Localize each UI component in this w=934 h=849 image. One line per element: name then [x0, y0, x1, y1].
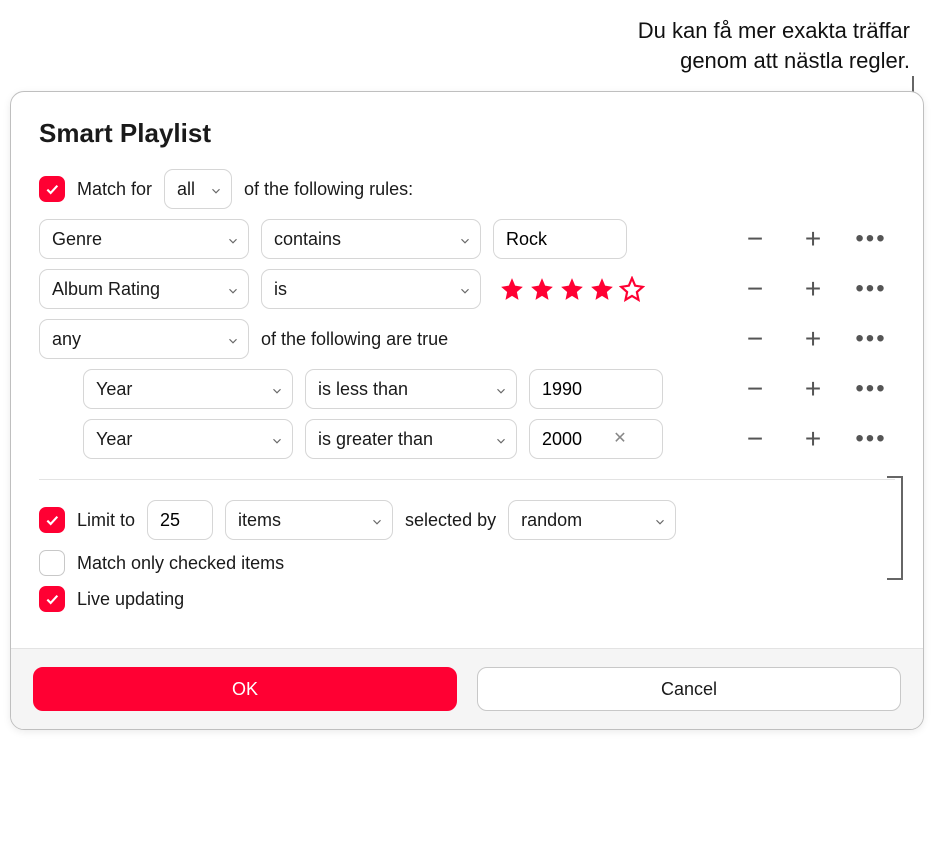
rule-row: Album Rating is − + •••: [39, 269, 895, 309]
chevron-down-icon: [226, 332, 240, 346]
star-icon[interactable]: [589, 276, 615, 302]
match-checkbox[interactable]: [39, 176, 65, 202]
rule-value-field[interactable]: [540, 378, 652, 401]
chevron-down-icon: [653, 513, 667, 527]
rule-field-select[interactable]: Genre: [39, 219, 249, 259]
rule-value-field[interactable]: [540, 428, 610, 451]
rule-field-select[interactable]: Year: [83, 369, 293, 409]
rule-field-value: Genre: [52, 229, 102, 250]
separator: [39, 479, 895, 480]
clear-input-button[interactable]: ✕: [610, 429, 630, 449]
chevron-down-icon: [270, 382, 284, 396]
rule-value-input[interactable]: ✕: [529, 419, 663, 459]
add-rule-button[interactable]: +: [795, 421, 831, 457]
limit-row: Limit to items selected by random: [39, 500, 895, 540]
match-mode-select[interactable]: all: [164, 169, 232, 209]
star-outline-icon[interactable]: [619, 276, 645, 302]
rule-operator-select[interactable]: is less than: [305, 369, 517, 409]
nested-rule-row: Year is greater than ✕ − + •••: [39, 419, 895, 459]
limit-count-input[interactable]: [147, 500, 213, 540]
selected-by-select[interactable]: random: [508, 500, 676, 540]
live-updating-checkbox[interactable]: [39, 586, 65, 612]
chevron-down-icon: [226, 232, 240, 246]
rating-input[interactable]: [493, 276, 645, 302]
rule-operator-select[interactable]: is greater than: [305, 419, 517, 459]
selected-by-value: random: [521, 510, 582, 531]
chevron-down-icon: [370, 513, 384, 527]
limit-prefix: Limit to: [77, 510, 135, 531]
more-rule-button[interactable]: •••: [853, 221, 889, 257]
cancel-button[interactable]: Cancel: [477, 667, 901, 711]
group-mode-select[interactable]: any: [39, 319, 249, 359]
rule-value-input[interactable]: [493, 219, 627, 259]
more-rule-button[interactable]: •••: [853, 371, 889, 407]
rule-operator-value: is greater than: [318, 429, 433, 450]
rule-value-input[interactable]: [529, 369, 663, 409]
callout-bracket: [887, 476, 903, 580]
add-rule-button[interactable]: +: [795, 271, 831, 307]
match-only-checked-row: Match only checked items: [39, 550, 895, 576]
rule-field-value: Year: [96, 429, 132, 450]
callout-annotation: Du kan få mer exakta träffar genom att n…: [0, 0, 934, 83]
more-rule-button[interactable]: •••: [853, 421, 889, 457]
group-suffix: of the following are true: [261, 329, 448, 350]
rule-operator-value: is less than: [318, 379, 408, 400]
rule-field-select[interactable]: Album Rating: [39, 269, 249, 309]
chevron-down-icon: [209, 182, 223, 196]
limit-count-field[interactable]: [158, 509, 202, 532]
remove-rule-button[interactable]: −: [737, 371, 773, 407]
callout-line2: genom att nästla regler.: [680, 48, 910, 73]
match-mode-value: all: [177, 179, 195, 200]
limit-unit-select[interactable]: items: [225, 500, 393, 540]
rule-field-select[interactable]: Year: [83, 419, 293, 459]
match-row: Match for all of the following rules:: [39, 169, 895, 209]
add-rule-button[interactable]: +: [795, 321, 831, 357]
rule-value-field[interactable]: [504, 228, 616, 251]
nested-rule-row: Year is less than − + •••: [39, 369, 895, 409]
dialog-title: Smart Playlist: [39, 118, 895, 149]
callout-line1: Du kan få mer exakta träffar: [638, 18, 910, 43]
ok-button[interactable]: OK: [33, 667, 457, 711]
chevron-down-icon: [494, 432, 508, 446]
remove-rule-button[interactable]: −: [737, 421, 773, 457]
remove-rule-button[interactable]: −: [737, 271, 773, 307]
live-updating-row: Live updating: [39, 586, 895, 612]
remove-rule-button[interactable]: −: [737, 221, 773, 257]
chevron-down-icon: [226, 282, 240, 296]
rule-operator-value: contains: [274, 229, 341, 250]
match-only-checked-label: Match only checked items: [77, 553, 284, 574]
rule-operator-value: is: [274, 279, 287, 300]
rule-field-value: Year: [96, 379, 132, 400]
add-rule-button[interactable]: +: [795, 371, 831, 407]
remove-rule-button[interactable]: −: [737, 321, 773, 357]
add-rule-button[interactable]: +: [795, 221, 831, 257]
rule-field-value: Album Rating: [52, 279, 160, 300]
chevron-down-icon: [494, 382, 508, 396]
dialog-footer: OK Cancel: [11, 648, 923, 729]
star-icon[interactable]: [529, 276, 555, 302]
more-rule-button[interactable]: •••: [853, 321, 889, 357]
selected-by-label: selected by: [405, 510, 496, 531]
match-suffix: of the following rules:: [244, 179, 413, 200]
star-icon[interactable]: [499, 276, 525, 302]
group-mode-value: any: [52, 329, 81, 350]
chevron-down-icon: [458, 282, 472, 296]
rule-group-row: any of the following are true − + •••: [39, 319, 895, 359]
rule-operator-select[interactable]: is: [261, 269, 481, 309]
match-prefix: Match for: [77, 179, 152, 200]
rule-operator-select[interactable]: contains: [261, 219, 481, 259]
limit-checkbox[interactable]: [39, 507, 65, 533]
smart-playlist-dialog: Smart Playlist Match for all of the foll…: [10, 91, 924, 730]
limit-unit-value: items: [238, 510, 281, 531]
chevron-down-icon: [270, 432, 284, 446]
live-updating-label: Live updating: [77, 589, 184, 610]
rule-row: Genre contains − + •••: [39, 219, 895, 259]
match-only-checked-checkbox[interactable]: [39, 550, 65, 576]
more-rule-button[interactable]: •••: [853, 271, 889, 307]
chevron-down-icon: [458, 232, 472, 246]
star-icon[interactable]: [559, 276, 585, 302]
